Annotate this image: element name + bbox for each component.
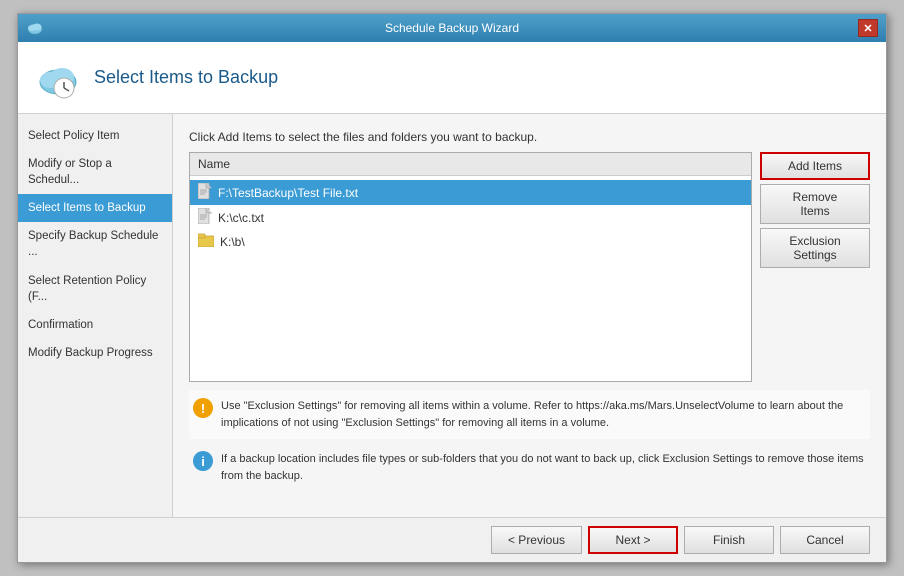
- exclusion-settings-button[interactable]: Exclusion Settings: [760, 228, 870, 268]
- sidebar-item[interactable]: Modify Backup Progress: [18, 339, 172, 367]
- warning-box: ! Use "Exclusion Settings" for removing …: [189, 390, 870, 439]
- remove-items-button[interactable]: Remove Items: [760, 184, 870, 224]
- sidebar-item[interactable]: Select Retention Policy (F...: [18, 267, 172, 311]
- sidebar-item[interactable]: Modify or Stop a Schedul...: [18, 150, 172, 194]
- right-buttons: Add Items Remove Items Exclusion Setting…: [760, 152, 870, 382]
- main-content: Click Add Items to select the files and …: [173, 114, 886, 517]
- header: Select Items to Backup: [18, 42, 886, 114]
- cancel-button[interactable]: Cancel: [780, 526, 870, 554]
- file-name: F:\TestBackup\Test File.txt: [218, 186, 358, 200]
- instruction-text: Click Add Items to select the files and …: [189, 130, 870, 144]
- file-name: K:\b\: [220, 235, 245, 249]
- warning-icon: !: [193, 398, 213, 418]
- sidebar: Select Policy ItemModify or Stop a Sched…: [18, 114, 173, 517]
- page-title: Select Items to Backup: [94, 67, 278, 88]
- next-button[interactable]: Next >: [588, 526, 678, 554]
- folder-icon: [198, 233, 214, 250]
- main-window: Schedule Backup Wizard ✕ Select Items to…: [17, 13, 887, 563]
- sidebar-item[interactable]: Specify Backup Schedule ...: [18, 222, 172, 266]
- list-item[interactable]: K:\b\: [190, 230, 751, 253]
- file-list-body[interactable]: F:\TestBackup\Test File.txt K:\c\c.txt K…: [190, 176, 751, 381]
- file-list-section: Name F:\TestBackup\Test File.txt K:\c\c.…: [189, 152, 752, 382]
- window-title: Schedule Backup Wizard: [46, 21, 858, 35]
- app-icon: [26, 19, 44, 37]
- title-bar: Schedule Backup Wizard ✕: [18, 14, 886, 42]
- footer: < Previous Next > Finish Cancel: [18, 517, 886, 562]
- panel-and-buttons: Name F:\TestBackup\Test File.txt K:\c\c.…: [189, 152, 870, 382]
- sidebar-item[interactable]: Confirmation: [18, 311, 172, 339]
- list-item[interactable]: F:\TestBackup\Test File.txt: [190, 180, 751, 205]
- info-icon: i: [193, 451, 213, 471]
- info-text: If a backup location includes file types…: [221, 451, 866, 484]
- sidebar-item[interactable]: Select Policy Item: [18, 122, 172, 150]
- warning-text: Use "Exclusion Settings" for removing al…: [221, 398, 866, 431]
- content-area: Select Policy ItemModify or Stop a Sched…: [18, 114, 886, 517]
- file-list-panel: Name F:\TestBackup\Test File.txt K:\c\c.…: [189, 152, 752, 382]
- doc-icon: [198, 183, 212, 202]
- close-button[interactable]: ✕: [858, 19, 878, 37]
- file-list-header: Name: [190, 153, 751, 176]
- file-name: K:\c\c.txt: [218, 211, 264, 225]
- previous-button[interactable]: < Previous: [491, 526, 582, 554]
- info-box: i If a backup location includes file typ…: [189, 443, 870, 492]
- header-icon: [34, 54, 82, 102]
- doc-icon: [198, 208, 212, 227]
- finish-button[interactable]: Finish: [684, 526, 774, 554]
- sidebar-item[interactable]: Select Items to Backup: [18, 194, 172, 222]
- add-items-button[interactable]: Add Items: [760, 152, 870, 180]
- list-item[interactable]: K:\c\c.txt: [190, 205, 751, 230]
